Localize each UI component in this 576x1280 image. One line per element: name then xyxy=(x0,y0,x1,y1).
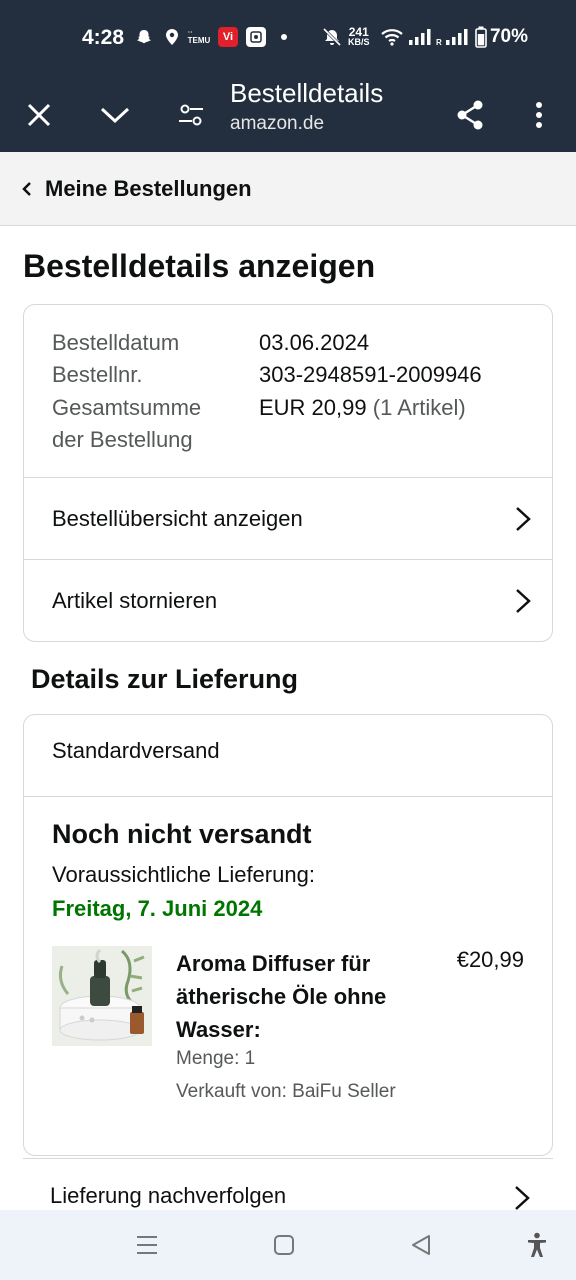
close-icon xyxy=(27,103,51,127)
divider xyxy=(24,796,552,797)
toolbar-domain: amazon.de xyxy=(230,113,325,134)
order-item-count: (1 Artikel) xyxy=(372,395,466,420)
track-delivery-label: Lieferung nachverfolgen xyxy=(50,1183,287,1208)
order-total-label-line1: Gesamtsumme xyxy=(52,395,202,420)
recent-apps-button[interactable] xyxy=(132,1230,162,1260)
chevron-right-icon xyxy=(516,507,531,531)
mute-icon xyxy=(322,27,342,47)
order-number-value: 303-2948591-2009946 xyxy=(259,362,482,387)
breadcrumb-label: Meine Bestellungen xyxy=(45,175,252,201)
order-summary-card: Bestelldatum 03.06.2024 Bestellnr. 303-2… xyxy=(23,304,553,642)
accessibility-icon xyxy=(528,1232,546,1257)
delivery-card: Standardversand Noch nicht versandt Vora… xyxy=(23,714,553,1156)
signal-icon xyxy=(408,27,432,47)
order-number-label: Bestellnr. xyxy=(52,362,143,387)
cancel-items-link[interactable]: Artikel stornieren xyxy=(24,559,552,641)
temu-icon: ᐧᐧ TEMU xyxy=(187,28,211,45)
chevron-left-icon xyxy=(22,179,34,199)
signal-roaming-icon: R xyxy=(436,27,470,47)
close-button[interactable] xyxy=(14,90,64,140)
product-image[interactable] xyxy=(52,946,152,1046)
delivery-section-title: Details zur Lieferung xyxy=(31,664,299,694)
expected-delivery-label: Voraussichtliche Lieferung: xyxy=(52,862,315,887)
minimize-button[interactable] xyxy=(90,90,140,140)
product-price: €20,99 xyxy=(456,947,524,972)
order-date-label: Bestelldatum xyxy=(52,330,180,355)
battery-icon xyxy=(474,26,488,48)
share-icon xyxy=(457,100,483,130)
shipping-type: Standardversand xyxy=(52,738,220,763)
track-delivery-link[interactable]: Lieferung nachverfolgen xyxy=(23,1158,553,1218)
breadcrumb-back-link[interactable]: Meine Bestellungen xyxy=(0,152,576,226)
tune-icon xyxy=(179,104,203,126)
app-icon xyxy=(246,27,266,47)
order-total-value-group: EUR 20,99 (1 Artikel) xyxy=(259,392,466,424)
product-quantity: Menge: 1 xyxy=(176,1048,256,1069)
accessibility-button[interactable] xyxy=(522,1230,552,1260)
shipment-status: Noch nicht versandt xyxy=(52,819,312,849)
status-bar: 4:28 ᐧᐧ TEMU Vi 241 KB/S R 70% xyxy=(0,0,576,78)
dot-icon xyxy=(274,27,294,47)
back-triangle-icon xyxy=(412,1235,430,1255)
page-title: Bestelldetails anzeigen xyxy=(23,248,376,284)
order-total-value: EUR 20,99 xyxy=(259,395,367,420)
location-icon xyxy=(162,27,182,47)
system-nav-bar xyxy=(0,1210,576,1280)
back-button[interactable] xyxy=(406,1230,436,1260)
chevron-right-icon xyxy=(515,1186,530,1210)
home-square-icon xyxy=(274,1235,294,1255)
order-total-label-line2: der Bestellung xyxy=(52,427,193,452)
view-order-summary-label: Bestellübersicht anzeigen xyxy=(52,505,303,531)
more-vert-icon xyxy=(536,102,542,128)
order-date-value: 03.06.2024 xyxy=(259,330,370,355)
cancel-items-label: Artikel stornieren xyxy=(52,587,218,613)
chevron-down-icon xyxy=(100,107,130,124)
product-seller: Verkauft von: BaiFu Seller xyxy=(176,1081,396,1102)
svg-text:R: R xyxy=(436,38,442,46)
home-button[interactable] xyxy=(269,1230,299,1260)
toolbar-title: Bestelldetails xyxy=(230,78,384,108)
menu-icon xyxy=(137,1236,157,1254)
more-options-button[interactable] xyxy=(514,90,564,140)
page-settings-button[interactable] xyxy=(166,90,216,140)
snapchat-icon xyxy=(134,27,154,47)
net-speed: 241 KB/S xyxy=(348,25,370,47)
browser-toolbar: Bestelldetails amazon.de xyxy=(0,78,576,152)
share-button[interactable] xyxy=(445,90,495,140)
expected-delivery-date: Freitag, 7. Juni 2024 xyxy=(52,896,263,921)
battery-level: 70% xyxy=(489,26,528,47)
chevron-right-icon xyxy=(516,589,531,613)
vi-icon: Vi xyxy=(218,27,238,47)
view-order-summary-link[interactable]: Bestellübersicht anzeigen xyxy=(24,477,552,559)
status-time: 4:28 xyxy=(82,26,125,49)
wifi-icon xyxy=(380,27,404,47)
product-name-link[interactable]: Aroma Diffuser für ätherische Öle ohne W… xyxy=(176,947,426,1046)
